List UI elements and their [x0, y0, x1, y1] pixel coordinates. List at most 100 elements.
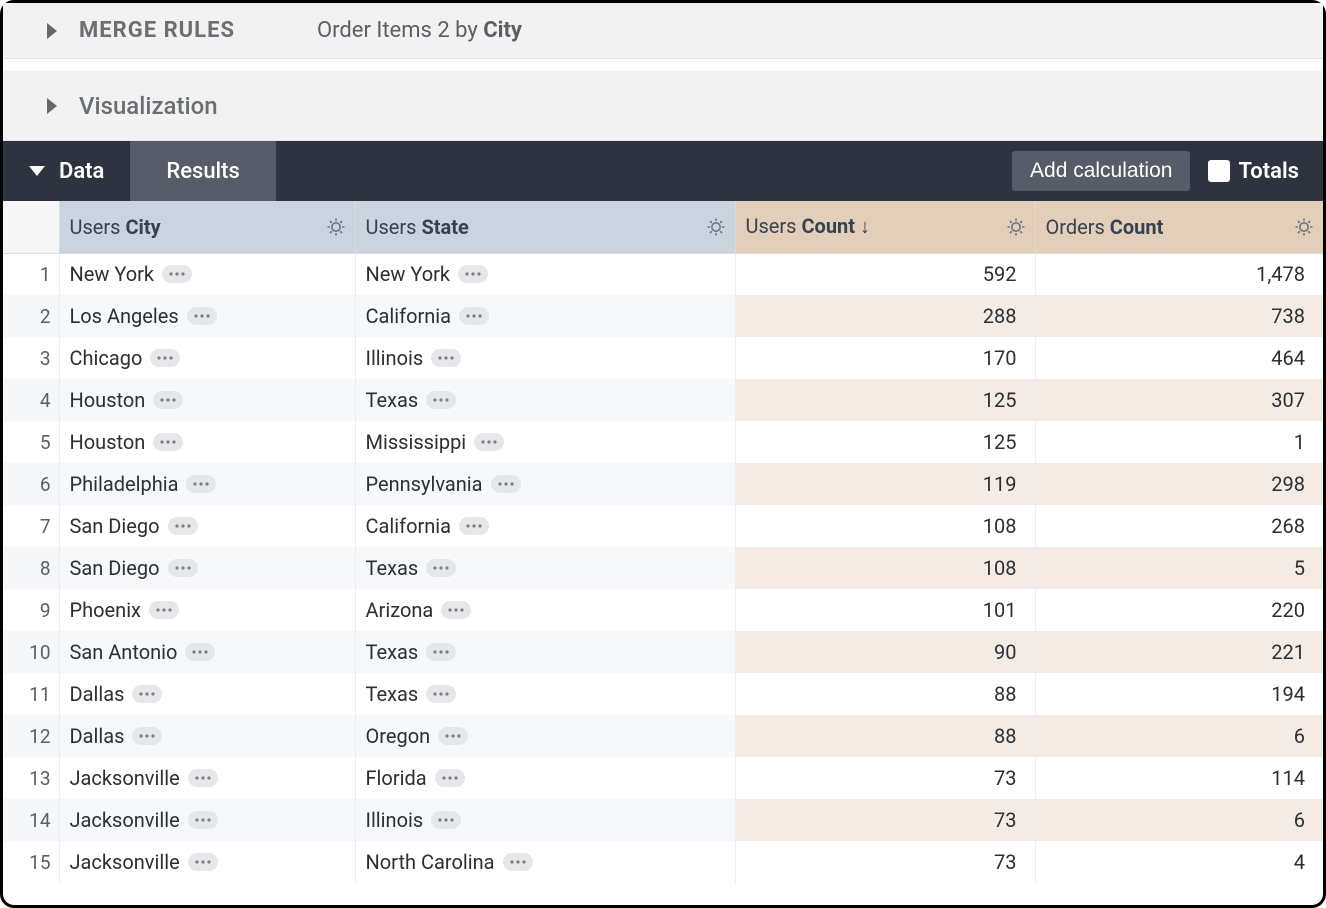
cell-state[interactable]: Oregon — [355, 715, 735, 757]
more-icon[interactable] — [188, 811, 218, 829]
cell-orders-count[interactable]: 738 — [1035, 295, 1323, 337]
more-icon[interactable] — [188, 853, 218, 871]
cell-state[interactable]: Texas — [355, 547, 735, 589]
cell-city[interactable]: Philadelphia — [59, 463, 355, 505]
cell-users-count[interactable]: 119 — [735, 463, 1035, 505]
more-icon[interactable] — [503, 853, 533, 871]
more-icon[interactable] — [438, 727, 468, 745]
more-icon[interactable] — [426, 643, 456, 661]
more-icon[interactable] — [431, 349, 461, 367]
more-icon[interactable] — [474, 433, 504, 451]
totals-checkbox[interactable] — [1208, 160, 1230, 182]
more-icon[interactable] — [459, 307, 489, 325]
cell-orders-count[interactable]: 1 — [1035, 421, 1323, 463]
column-header-users-count[interactable]: Users Count ↓ — [735, 201, 1035, 253]
cell-users-count[interactable]: 73 — [735, 799, 1035, 841]
cell-city[interactable]: Jacksonville — [59, 841, 355, 883]
cell-orders-count[interactable]: 220 — [1035, 589, 1323, 631]
cell-city[interactable]: Houston — [59, 379, 355, 421]
cell-users-count[interactable]: 88 — [735, 715, 1035, 757]
more-icon[interactable] — [435, 769, 465, 787]
more-icon[interactable] — [186, 475, 216, 493]
cell-orders-count[interactable]: 464 — [1035, 337, 1323, 379]
more-icon[interactable] — [188, 769, 218, 787]
cell-city[interactable]: San Diego — [59, 547, 355, 589]
cell-orders-count[interactable]: 6 — [1035, 715, 1323, 757]
cell-state[interactable]: Texas — [355, 379, 735, 421]
gear-icon[interactable] — [1005, 216, 1027, 238]
more-icon[interactable] — [153, 433, 183, 451]
more-icon[interactable] — [168, 559, 198, 577]
cell-city[interactable]: Dallas — [59, 673, 355, 715]
expander-icon[interactable] — [47, 98, 57, 114]
cell-state[interactable]: Illinois — [355, 799, 735, 841]
results-tab[interactable]: Results — [130, 141, 275, 201]
cell-users-count[interactable]: 101 — [735, 589, 1035, 631]
cell-state[interactable]: Texas — [355, 673, 735, 715]
cell-state[interactable]: Arizona — [355, 589, 735, 631]
cell-orders-count[interactable]: 114 — [1035, 757, 1323, 799]
cell-city[interactable]: Chicago — [59, 337, 355, 379]
cell-orders-count[interactable]: 4 — [1035, 841, 1323, 883]
column-header-orders-count[interactable]: Orders Count — [1035, 201, 1323, 253]
visualization-title[interactable]: Visualization — [79, 92, 218, 120]
cell-users-count[interactable]: 125 — [735, 421, 1035, 463]
more-icon[interactable] — [459, 517, 489, 535]
cell-state[interactable]: North Carolina — [355, 841, 735, 883]
cell-state[interactable]: New York — [355, 253, 735, 295]
gear-icon[interactable] — [1293, 216, 1315, 238]
cell-users-count[interactable]: 108 — [735, 505, 1035, 547]
cell-users-count[interactable]: 73 — [735, 757, 1035, 799]
merge-rules-title[interactable]: MERGE RULES — [79, 18, 235, 43]
cell-users-count[interactable]: 88 — [735, 673, 1035, 715]
cell-orders-count[interactable]: 194 — [1035, 673, 1323, 715]
cell-orders-count[interactable]: 298 — [1035, 463, 1323, 505]
add-calculation-button[interactable]: Add calculation — [1012, 151, 1190, 191]
cell-city[interactable]: San Diego — [59, 505, 355, 547]
more-icon[interactable] — [431, 811, 461, 829]
more-icon[interactable] — [150, 349, 180, 367]
cell-state[interactable]: Mississippi — [355, 421, 735, 463]
cell-state[interactable]: California — [355, 295, 735, 337]
more-icon[interactable] — [426, 559, 456, 577]
more-icon[interactable] — [441, 601, 471, 619]
cell-orders-count[interactable]: 5 — [1035, 547, 1323, 589]
cell-users-count[interactable]: 125 — [735, 379, 1035, 421]
cell-city[interactable]: Houston — [59, 421, 355, 463]
more-icon[interactable] — [132, 727, 162, 745]
cell-city[interactable]: San Antonio — [59, 631, 355, 673]
totals-toggle[interactable]: Totals — [1208, 159, 1299, 184]
cell-city[interactable]: Jacksonville — [59, 757, 355, 799]
cell-state[interactable]: California — [355, 505, 735, 547]
cell-state[interactable]: Texas — [355, 631, 735, 673]
cell-state[interactable]: Illinois — [355, 337, 735, 379]
more-icon[interactable] — [168, 517, 198, 535]
column-header-users-city[interactable]: Users City — [59, 201, 355, 253]
cell-city[interactable]: Dallas — [59, 715, 355, 757]
more-icon[interactable] — [153, 391, 183, 409]
gear-icon[interactable] — [705, 216, 727, 238]
more-icon[interactable] — [426, 391, 456, 409]
cell-state[interactable]: Pennsylvania — [355, 463, 735, 505]
more-icon[interactable] — [132, 685, 162, 703]
cell-users-count[interactable]: 592 — [735, 253, 1035, 295]
cell-orders-count[interactable]: 268 — [1035, 505, 1323, 547]
more-icon[interactable] — [162, 265, 192, 283]
expander-icon[interactable] — [47, 23, 57, 39]
cell-users-count[interactable]: 288 — [735, 295, 1035, 337]
more-icon[interactable] — [185, 643, 215, 661]
cell-city[interactable]: Phoenix — [59, 589, 355, 631]
more-icon[interactable] — [458, 265, 488, 283]
cell-orders-count[interactable]: 1,478 — [1035, 253, 1323, 295]
more-icon[interactable] — [491, 475, 521, 493]
cell-orders-count[interactable]: 307 — [1035, 379, 1323, 421]
cell-city[interactable]: Jacksonville — [59, 799, 355, 841]
more-icon[interactable] — [149, 601, 179, 619]
gear-icon[interactable] — [325, 216, 347, 238]
cell-users-count[interactable]: 73 — [735, 841, 1035, 883]
cell-city[interactable]: Los Angeles — [59, 295, 355, 337]
column-header-users-state[interactable]: Users State — [355, 201, 735, 253]
cell-state[interactable]: Florida — [355, 757, 735, 799]
cell-users-count[interactable]: 170 — [735, 337, 1035, 379]
cell-users-count[interactable]: 90 — [735, 631, 1035, 673]
